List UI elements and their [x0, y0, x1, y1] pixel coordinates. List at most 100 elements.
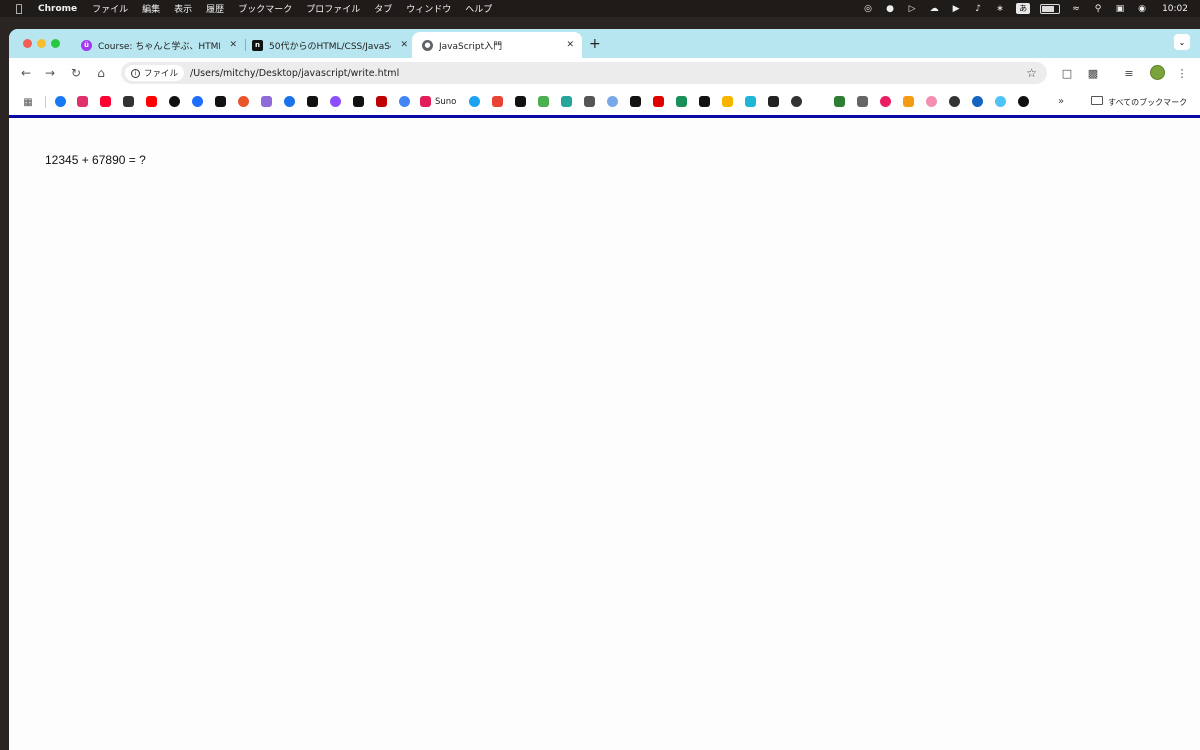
- bluetooth-icon[interactable]: ∗: [994, 3, 1006, 14]
- facebook-icon[interactable]: [55, 96, 66, 107]
- menubar-item-view[interactable]: 表示: [174, 2, 192, 15]
- suno-icon[interactable]: [420, 96, 431, 107]
- globe-bookmark-icon[interactable]: [949, 96, 960, 107]
- apps-grid-icon[interactable]: ▦: [21, 95, 35, 109]
- site-info-chip[interactable]: i ファイル: [125, 65, 185, 81]
- page-content: 12345 + 67890 = ?: [9, 118, 1200, 750]
- w-app-icon[interactable]: [903, 96, 914, 107]
- frog-app-icon[interactable]: [834, 96, 845, 107]
- colorful-app-icon[interactable]: [722, 96, 733, 107]
- menubar-app-name[interactable]: Chrome: [38, 4, 77, 14]
- asterisk-app-icon[interactable]: [238, 96, 249, 107]
- tab-course[interactable]: ü Course: ちゃんと学ぶ、HTML/C ✕: [77, 32, 245, 58]
- note-bookmark-icon[interactable]: [307, 96, 318, 107]
- heart-icon[interactable]: [926, 96, 937, 107]
- menubar-item-help[interactable]: ヘルプ: [465, 2, 492, 15]
- menubar-clock[interactable]: 10:02: [1162, 4, 1188, 14]
- f-app-icon[interactable]: [676, 96, 687, 107]
- drop-app-icon[interactable]: [972, 96, 983, 107]
- tab-search-chevron-icon[interactable]: ⌄: [1174, 34, 1190, 50]
- site-chip-label: ファイル: [144, 69, 179, 79]
- address-bar[interactable]: i ファイル /Users/mitchy/Desktop/javascript/…: [121, 62, 1047, 84]
- tab-note-article[interactable]: n 50代からのHTML/CSS/JavaScr ✕: [248, 32, 416, 58]
- window-minimize-button[interactable]: [37, 39, 46, 48]
- close-icon[interactable]: ✕: [566, 40, 574, 50]
- menubar-item-tab[interactable]: タブ: [374, 2, 392, 15]
- window-close-button[interactable]: [23, 39, 32, 48]
- unsplash-icon[interactable]: [515, 96, 526, 107]
- eye-app-icon[interactable]: [791, 96, 802, 107]
- spotlight-search-icon[interactable]: ⚲: [1092, 3, 1104, 14]
- browser-toolbar: ← → ↻ ⌂ i ファイル /Users/mitchy/Desktop/jav…: [9, 58, 1200, 89]
- input-method-indicator[interactable]: あ: [1016, 3, 1031, 14]
- udemy-icon: ü: [81, 39, 92, 51]
- twitter-icon[interactable]: [469, 96, 480, 107]
- n-app-icon[interactable]: [745, 96, 756, 107]
- cloud-icon[interactable]: ☁: [928, 3, 940, 14]
- mountain-app-icon[interactable]: [699, 96, 710, 107]
- menubar-item-bookmarks[interactable]: ブックマーク: [238, 2, 292, 15]
- media-controls-icon[interactable]: ≡: [1122, 66, 1136, 80]
- apple-icon[interactable]: : [12, 2, 26, 15]
- close-icon[interactable]: ✕: [400, 40, 408, 50]
- extensions-puzzle-icon[interactable]: ▩: [1086, 66, 1100, 80]
- gmail-icon[interactable]: [492, 96, 503, 107]
- yahoo-icon[interactable]: [100, 96, 111, 107]
- q-app-icon[interactable]: [284, 96, 295, 107]
- more-menu-icon[interactable]: ⋮: [1175, 66, 1189, 80]
- more-bookmarks-chevron-icon[interactable]: »: [1058, 96, 1064, 107]
- folder-icon: [1091, 96, 1103, 105]
- github-icon[interactable]: [1018, 96, 1029, 107]
- tab-javascript-intro-active[interactable]: ● JavaScript入門 ✕: [412, 32, 582, 58]
- tab-strip: ü Course: ちゃんと学ぶ、HTML/C ✕ n 50代からのHTML/C…: [9, 29, 1200, 58]
- rakuten-icon[interactable]: [376, 96, 387, 107]
- grid-app-icon[interactable]: [768, 96, 779, 107]
- d-app-icon[interactable]: [561, 96, 572, 107]
- camera-icon[interactable]: [584, 96, 595, 107]
- home-icon[interactable]: ⌂: [94, 66, 108, 80]
- udemy-bookmark-icon[interactable]: [330, 96, 341, 107]
- amazon-icon[interactable]: [353, 96, 364, 107]
- apple-blue-icon[interactable]: [192, 96, 203, 107]
- battery-icon[interactable]: [1040, 3, 1061, 14]
- menubar-item-profile[interactable]: プロファイル: [306, 2, 360, 15]
- edge-icon[interactable]: [399, 96, 410, 107]
- all-bookmarks-link[interactable]: すべてのブックマーク: [1108, 97, 1187, 108]
- window-fullscreen-button[interactable]: [51, 39, 60, 48]
- new-tab-button[interactable]: +: [589, 36, 601, 52]
- wifi-icon[interactable]: ≈: [1070, 3, 1082, 14]
- circle-app-icon[interactable]: [607, 96, 618, 107]
- triangle-app-icon[interactable]: [261, 96, 272, 107]
- close-icon[interactable]: ✕: [229, 40, 237, 50]
- menubar-item-window[interactable]: ウィンドウ: [406, 2, 451, 15]
- menubar-item-file[interactable]: ファイル: [92, 2, 128, 15]
- profile-avatar[interactable]: [1150, 65, 1165, 80]
- url-text[interactable]: /Users/mitchy/Desktop/javascript/write.h…: [190, 68, 399, 79]
- dark-app-icon[interactable]: [630, 96, 641, 107]
- threads-icon[interactable]: [215, 96, 226, 107]
- wave-app-icon[interactable]: [995, 96, 1006, 107]
- arrow-app-icon[interactable]: [123, 96, 134, 107]
- creative-cloud-icon[interactable]: ◎: [862, 3, 874, 14]
- instagram-icon[interactable]: [77, 96, 88, 107]
- bing-icon[interactable]: ▷: [906, 3, 918, 14]
- sync-app-icon[interactable]: ●: [884, 3, 896, 14]
- reload-icon[interactable]: ↻: [69, 66, 83, 80]
- youtube-icon[interactable]: [146, 96, 157, 107]
- bookmark-suno-label[interactable]: Suno: [435, 97, 456, 107]
- volume-icon[interactable]: ♪: [972, 3, 984, 14]
- apple-bookmark-icon[interactable]: [169, 96, 180, 107]
- siri-icon[interactable]: ◉: [1136, 3, 1148, 14]
- forward-arrow-icon[interactable]: →: [43, 66, 57, 80]
- menubar-item-edit[interactable]: 編集: [142, 2, 160, 15]
- line-extension-icon[interactable]: □: [1060, 66, 1074, 80]
- play-icon[interactable]: ▶: [950, 3, 962, 14]
- pixlr-icon[interactable]: [538, 96, 549, 107]
- adobe-icon[interactable]: [653, 96, 664, 107]
- box-app-icon[interactable]: [857, 96, 868, 107]
- back-arrow-icon[interactable]: ←: [19, 66, 33, 80]
- bookmark-star-icon[interactable]: ☆: [1026, 66, 1037, 80]
- pink-app-icon[interactable]: [880, 96, 891, 107]
- control-center-icon[interactable]: ▣: [1114, 3, 1126, 14]
- menubar-item-history[interactable]: 履歴: [206, 2, 224, 15]
